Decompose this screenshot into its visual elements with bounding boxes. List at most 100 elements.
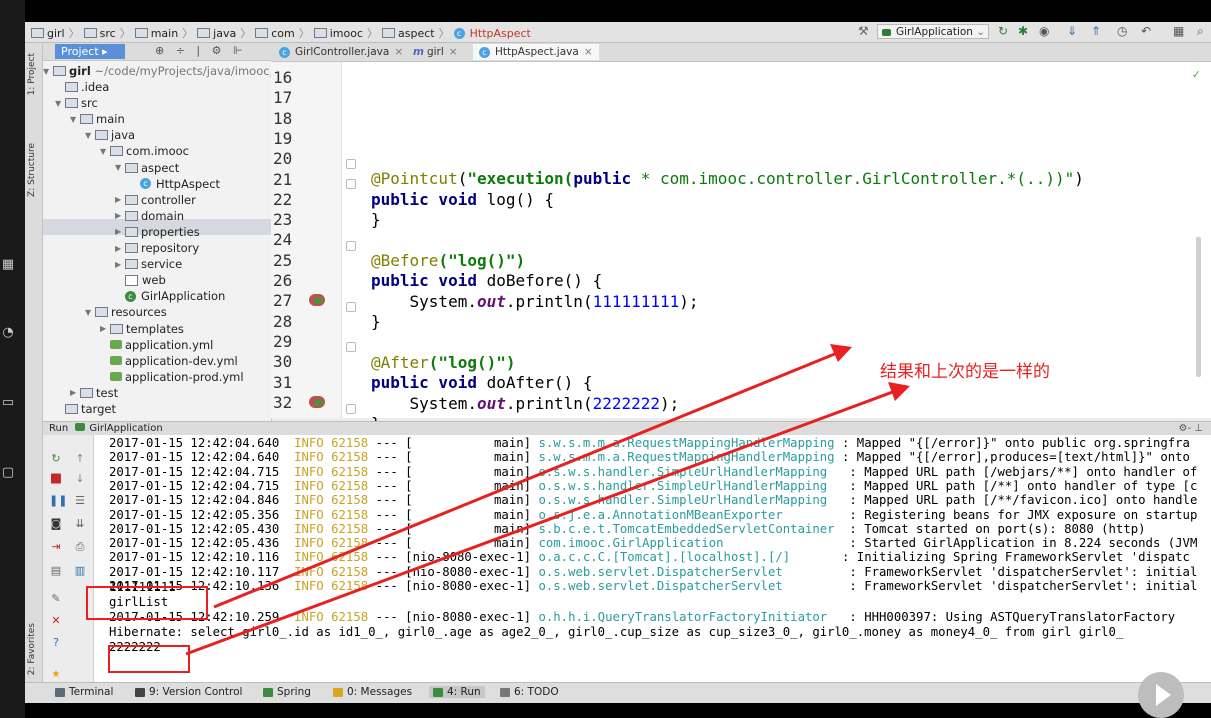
fold-marker[interactable]: [346, 179, 356, 189]
structure-icon[interactable]: ▦: [1173, 24, 1184, 38]
spring-tool-button[interactable]: Spring: [263, 686, 311, 698]
tree-item[interactable]: ▼ com.imooc: [100, 143, 189, 159]
close-icon[interactable]: ×: [449, 46, 458, 58]
run-icon[interactable]: ↻: [998, 24, 1008, 38]
structure-tool-button[interactable]: Z: Structure: [27, 143, 37, 197]
close-icon[interactable]: ✕: [49, 615, 63, 627]
history-icon[interactable]: ◷: [1117, 24, 1127, 38]
pin-icon[interactable]: ✎: [49, 593, 63, 605]
project-view-select[interactable]: Project ▸: [55, 44, 125, 59]
run-tool-button[interactable]: 4: Run: [429, 686, 485, 698]
expand-arrow-icon[interactable]: ▼: [85, 131, 95, 140]
crumb-httpaspect[interactable]: HttpAspect: [470, 27, 531, 40]
chat-icon[interactable]: ◔: [0, 325, 16, 341]
fold-marker[interactable]: [346, 404, 356, 414]
editor-scrollbar[interactable]: [1196, 237, 1201, 377]
crumb-src[interactable]: src: [100, 27, 116, 40]
crumb-java[interactable]: java: [213, 27, 236, 40]
tree-item[interactable]: ▶ controller: [115, 192, 196, 208]
collapse-arrow-icon[interactable]: ▶: [115, 244, 125, 253]
crumb-main[interactable]: main: [151, 27, 178, 40]
tree-item[interactable]: ▶ templates: [100, 321, 184, 337]
tree-item[interactable]: ▶ domain: [115, 208, 184, 224]
layout-icon[interactable]: ▤: [49, 565, 63, 577]
help-icon[interactable]: ?: [49, 637, 63, 649]
fold-marker[interactable]: [346, 241, 356, 251]
coverage-icon[interactable]: ◉: [1039, 24, 1049, 38]
crumb-com[interactable]: com: [271, 27, 295, 40]
fold-marker[interactable]: [346, 159, 356, 169]
tree-item[interactable]: web: [115, 272, 166, 288]
tree-item[interactable]: application.yml: [100, 337, 213, 353]
tree-item[interactable]: ▼ java: [85, 127, 135, 143]
note-icon[interactable]: ▭: [0, 395, 16, 411]
tree-item[interactable]: c HttpAspect: [130, 176, 220, 192]
tree-item[interactable]: ▼ main: [70, 111, 125, 127]
revert-icon[interactable]: ↶: [1141, 24, 1151, 38]
collapse-arrow-icon[interactable]: ▶: [115, 195, 125, 204]
expand-arrow-icon[interactable]: ▼: [55, 99, 65, 108]
exit-icon[interactable]: ⇥: [49, 541, 63, 553]
collapse-arrow-icon[interactable]: ▶: [100, 324, 110, 333]
settings-icon[interactable]: ⚙- ⊥: [1179, 422, 1203, 436]
crumb-girl[interactable]: girl: [47, 27, 65, 40]
advice-gutter-icon[interactable]: [309, 294, 325, 306]
crumb-aspect[interactable]: aspect: [398, 27, 435, 40]
tree-item[interactable]: ▶ service: [115, 256, 182, 272]
scroll-end-icon[interactable]: ⇊: [73, 518, 87, 530]
run-config-select[interactable]: GirlApplication ⌄: [877, 24, 989, 39]
up-icon[interactable]: ↑: [73, 453, 87, 465]
close-icon[interactable]: ×: [584, 46, 593, 58]
fold-marker[interactable]: [346, 342, 356, 352]
print-icon[interactable]: ⎙: [73, 541, 87, 553]
code-editor[interactable]: 16 17 18 19 20 21 22 23 24 25 26 27 28 29 30 31 32 @Poin…: [271, 62, 1211, 433]
messages-tool-button[interactable]: 0: Messages: [333, 686, 412, 698]
trash-icon[interactable]: ▥: [73, 565, 87, 577]
todo-tool-button[interactable]: 6: TODO: [500, 686, 559, 698]
tree-item[interactable]: .idea: [55, 79, 109, 95]
hammer-icon[interactable]: ⚒: [858, 24, 869, 38]
fold-marker[interactable]: [346, 302, 356, 312]
grid-icon[interactable]: ▦: [0, 257, 16, 273]
tab-httpaspect[interactable]: c HttpAspect.java ×: [473, 44, 599, 60]
advice-gutter-icon[interactable]: [309, 396, 325, 408]
vcs-tool-button[interactable]: 9: Version Control: [135, 686, 242, 698]
tab-girlcontroller[interactable]: c GirlController.java ×: [273, 44, 409, 60]
project-tool-button[interactable]: 1: Project: [27, 53, 37, 95]
collapse-arrow-icon[interactable]: ▶: [70, 388, 80, 397]
tree-item[interactable]: ▶ properties: [115, 224, 200, 240]
tree-item[interactable]: ▼ src: [55, 95, 98, 111]
camera-icon[interactable]: ◙: [49, 518, 63, 530]
tree-item[interactable]: ▶ test: [70, 385, 118, 401]
tree-item[interactable]: ▶ repository: [115, 240, 199, 256]
collapse-arrow-icon[interactable]: ▶: [115, 211, 125, 220]
crumb-imooc[interactable]: imooc: [330, 27, 363, 40]
project-tools[interactable]: ⊕ ÷ | ⚙ ⊩: [155, 44, 247, 57]
expand-arrow-icon[interactable]: ▼: [70, 115, 80, 124]
collapse-arrow-icon[interactable]: ▶: [115, 227, 125, 236]
tree-item[interactable]: ▼ aspect: [115, 160, 179, 176]
favorites-tool-button[interactable]: 2: Favorites: [27, 623, 37, 675]
search-icon[interactable]: ⌕: [1197, 24, 1204, 39]
expand-arrow-icon[interactable]: ▼: [115, 163, 125, 172]
rerun-icon[interactable]: ↻: [49, 453, 63, 465]
stop-icon[interactable]: ■: [49, 472, 63, 485]
vcs-commit-icon[interactable]: ⇑: [1091, 24, 1101, 38]
tree-item[interactable]: target: [55, 401, 116, 417]
tab-girl[interactable]: m girl ×: [407, 44, 464, 60]
favorites-star-icon[interactable]: ★: [49, 669, 63, 681]
share-icon[interactable]: ▢: [0, 465, 16, 481]
debug-icon[interactable]: ✱: [1018, 24, 1028, 38]
tree-root[interactable]: ▼ girl ~/code/myProjects/java/imooc,: [43, 63, 273, 79]
down-icon[interactable]: ↓: [73, 473, 87, 485]
vcs-update-icon[interactable]: ⇓: [1067, 24, 1077, 38]
wrap-icon[interactable]: ☰: [73, 495, 87, 507]
run-console[interactable]: 2017-01-15 12:42:10.136 INFO 62158 --- […: [94, 435, 1211, 682]
tree-item[interactable]: application-dev.yml: [100, 353, 238, 369]
expand-arrow-icon[interactable]: ▼: [85, 308, 95, 317]
tree-item[interactable]: ▼ resources: [85, 304, 167, 320]
close-icon[interactable]: ×: [394, 46, 403, 58]
collapse-arrow-icon[interactable]: ▶: [115, 260, 125, 269]
tree-item[interactable]: application-prod.yml: [100, 369, 244, 385]
expand-arrow-icon[interactable]: ▼: [100, 147, 110, 156]
